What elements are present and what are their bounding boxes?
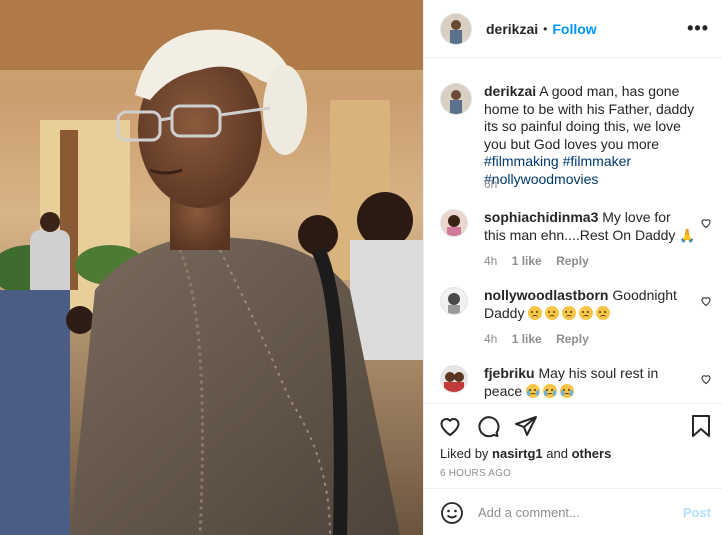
liked-by: Liked by nasirtg1 and others — [440, 446, 611, 461]
crying-face-icon — [543, 383, 558, 398]
caption-avatar[interactable] — [440, 83, 472, 115]
comment-like-heart-icon[interactable] — [700, 295, 712, 307]
sad-face-icon — [596, 305, 611, 320]
hashtag[interactable]: #filmmaker — [563, 153, 631, 169]
comment-time[interactable]: 4h — [484, 332, 497, 346]
author-username[interactable]: derikzai — [486, 21, 538, 37]
comment-meta: 4h 1 like Reply — [484, 254, 600, 268]
commenter-avatar[interactable] — [440, 209, 468, 237]
follow-button[interactable]: Follow — [552, 21, 596, 37]
action-icons — [438, 414, 538, 438]
reply-button[interactable]: Reply — [556, 332, 589, 346]
smiley-icon[interactable] — [440, 501, 464, 525]
comment-composer: Post — [424, 488, 722, 535]
sad-face-icon — [528, 305, 543, 320]
more-options-icon[interactable]: ••• — [687, 18, 709, 39]
author-avatar[interactable] — [440, 12, 472, 45]
caption-meta: 6h — [484, 177, 508, 191]
comment-body: sophiachidinma3 My love for this man ehn… — [484, 209, 696, 244]
post-header: derikzai • Follow ••• — [424, 0, 722, 58]
comment-like-heart-icon[interactable] — [700, 217, 712, 229]
caption-username[interactable]: derikzai — [484, 83, 536, 99]
commenter-avatar[interactable] — [440, 365, 468, 393]
separator-dot: • — [543, 21, 548, 36]
sad-face-icon — [545, 305, 560, 320]
post-button[interactable]: Post — [683, 505, 711, 520]
caption-time[interactable]: 6h — [484, 177, 497, 191]
post-timestamp[interactable]: 6 HOURS AGO — [440, 468, 511, 479]
comment-meta: 4h 1 like Reply — [484, 332, 600, 346]
crying-face-icon — [526, 383, 541, 398]
comment-username[interactable]: sophiachidinma3 — [484, 209, 598, 225]
comments-list[interactable]: derikzai A good man, has gone home to be… — [424, 59, 722, 403]
post-photo-image — [0, 0, 423, 535]
sad-face-icon — [562, 305, 577, 320]
folded-hands-icon: 🙏 — [679, 227, 696, 243]
liked-by-and: and — [546, 446, 568, 461]
post-actions: Liked by nasirtg1 and others 6 HOURS AGO… — [424, 403, 722, 535]
post-detail-panel: derikzai • Follow ••• derikzai A good ma… — [423, 0, 722, 535]
post-photo[interactable] — [0, 0, 423, 535]
comment-like-heart-icon[interactable] — [700, 373, 712, 385]
reply-button[interactable]: Reply — [556, 254, 589, 268]
save-button[interactable] — [690, 414, 712, 438]
comment-body: fjebriku May his soul rest in peace — [484, 365, 696, 400]
comment-like-count[interactable]: 1 like — [512, 254, 542, 268]
comment-username[interactable]: nollywoodlastborn — [484, 287, 608, 303]
commenter-avatar[interactable] — [440, 287, 468, 315]
comment-username[interactable]: fjebriku — [484, 365, 535, 381]
liked-by-others[interactable]: others — [572, 446, 612, 461]
heart-icon[interactable] — [438, 414, 462, 438]
caption-body: derikzai A good man, has gone home to be… — [484, 83, 696, 188]
comment-input[interactable] — [478, 505, 678, 520]
sad-face-icon — [579, 305, 594, 320]
liked-by-user[interactable]: nasirtg1 — [492, 446, 543, 461]
paper-plane-icon[interactable] — [514, 414, 538, 438]
comment-icon[interactable] — [476, 414, 500, 438]
comment-time[interactable]: 4h — [484, 254, 497, 268]
crying-face-icon — [560, 383, 575, 398]
bookmark-icon[interactable] — [690, 414, 712, 438]
comment-like-count[interactable]: 1 like — [512, 332, 542, 346]
liked-by-prefix: Liked by — [440, 446, 489, 461]
comment-body: nollywoodlastborn Goodnight Daddy — [484, 287, 696, 322]
hashtag[interactable]: #filmmaking — [484, 153, 559, 169]
